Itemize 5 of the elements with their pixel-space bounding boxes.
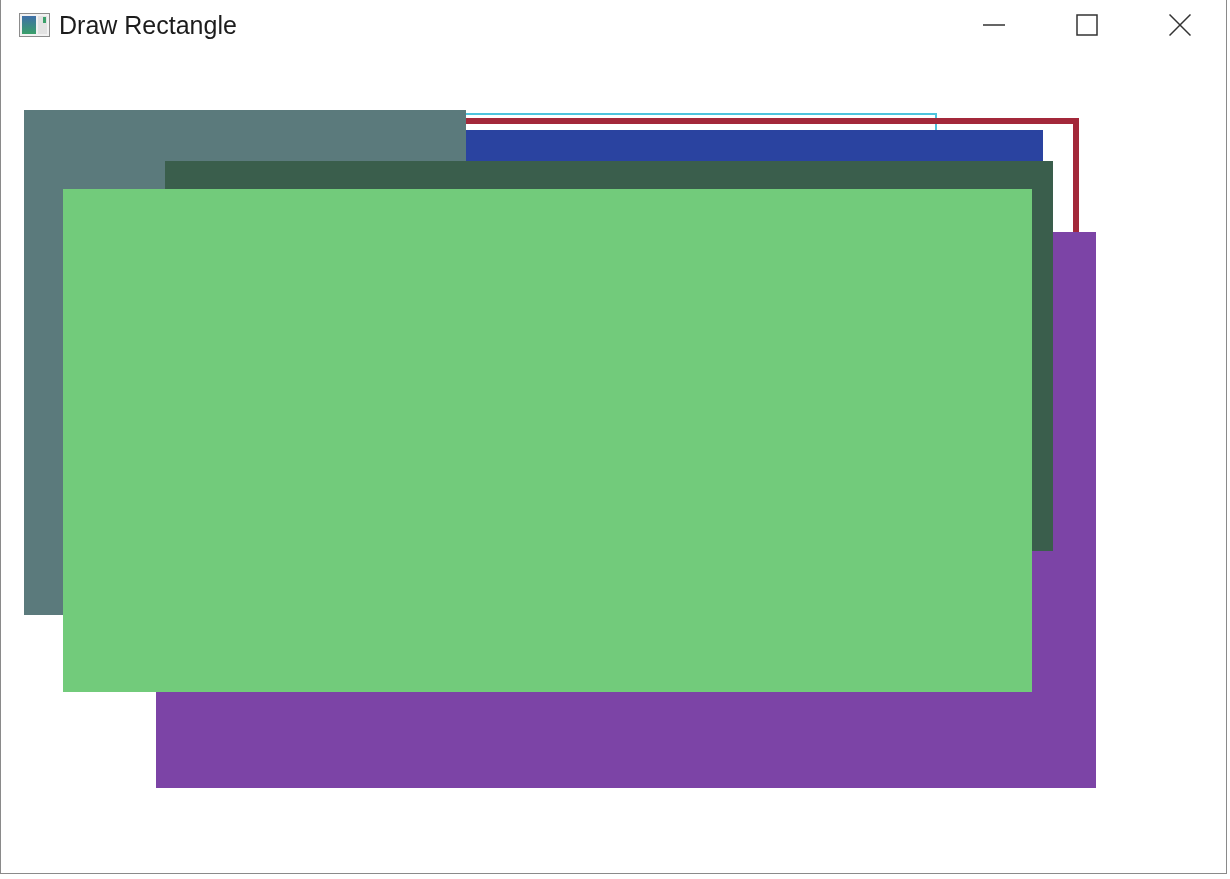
window-app-icon: [19, 13, 50, 37]
maximize-icon: [1075, 14, 1098, 36]
window-title: Draw Rectangle: [59, 10, 237, 40]
minimize-icon: [982, 24, 1005, 26]
close-icon: [1168, 14, 1191, 36]
